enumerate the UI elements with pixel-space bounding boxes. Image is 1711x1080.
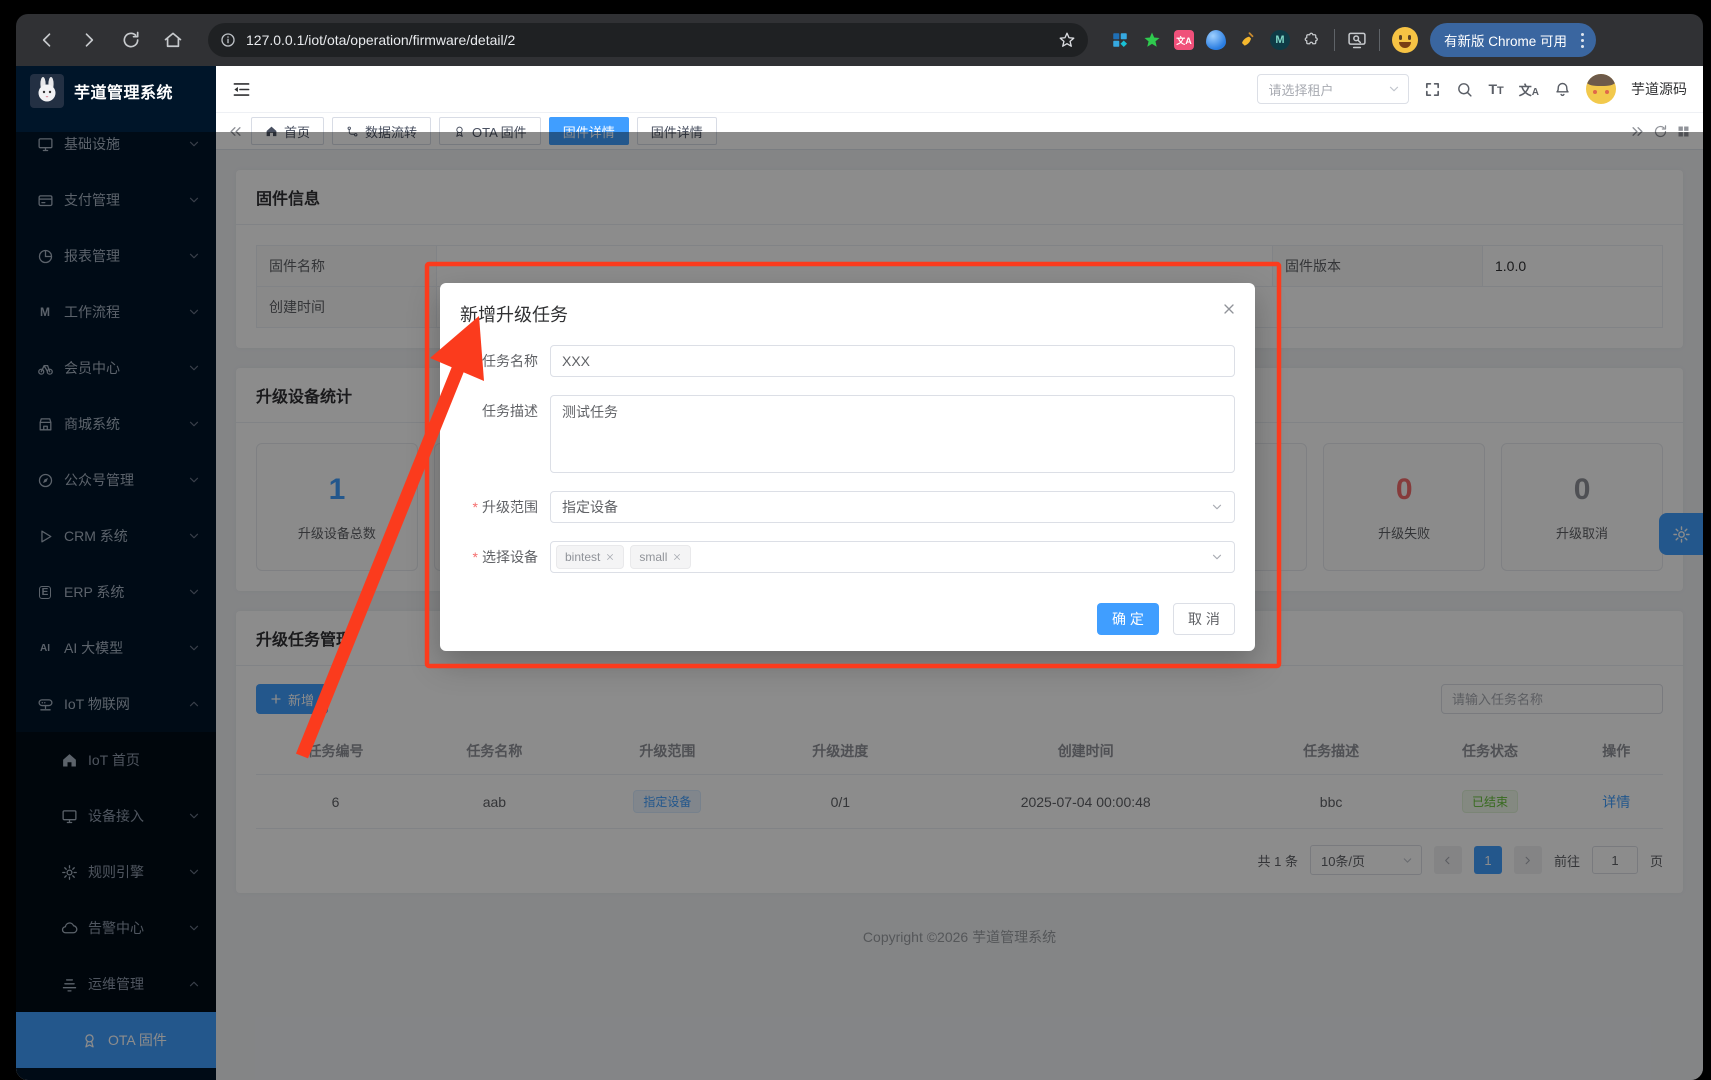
- browser-window: 127.0.0.1/iot/ota/operation/firmware/det…: [16, 0, 1703, 1080]
- extension-icon-star[interactable]: [1142, 30, 1162, 50]
- device-multiselect[interactable]: bintest small: [550, 541, 1235, 573]
- device-tag-bintest[interactable]: bintest: [556, 545, 624, 569]
- extension-icon-translate[interactable]: 文A: [1174, 30, 1194, 50]
- locale-icon[interactable]: 文A: [1519, 80, 1539, 99]
- select-device-label: 选择设备: [460, 541, 538, 573]
- upgrade-scope-select[interactable]: 指定设备: [550, 491, 1235, 523]
- upgrade-scope-label: 升级范围: [460, 491, 538, 523]
- chevron-down-icon: [1388, 83, 1400, 95]
- brand: 芋道管理系统: [16, 66, 216, 116]
- task-desc-label: 任务描述: [460, 395, 538, 427]
- cancel-button[interactable]: 取 消: [1173, 603, 1235, 635]
- tenant-select[interactable]: 请选择租户: [1257, 74, 1409, 104]
- extension-icon-grid[interactable]: [1110, 30, 1130, 50]
- chevron-down-icon: [1211, 501, 1223, 513]
- app-shell: 芋道管理系统 基础设施 支付管理 报表管理 M工作流程 会员中心 商城系统 公众…: [16, 66, 1703, 1080]
- brand-logo: [30, 74, 64, 108]
- task-name-label: 任务名称: [460, 345, 538, 377]
- browser-toolbar: 127.0.0.1/iot/ota/operation/firmware/det…: [16, 14, 1703, 66]
- bell-icon[interactable]: [1554, 81, 1571, 98]
- chrome-update-label: 有新版 Chrome 可用: [1444, 30, 1567, 50]
- back-button[interactable]: [30, 23, 64, 57]
- task-name-input[interactable]: [550, 345, 1235, 377]
- search-icon[interactable]: [1456, 81, 1473, 98]
- url-text[interactable]: 127.0.0.1/iot/ota/operation/firmware/det…: [246, 32, 1048, 48]
- toolbar-divider: [1334, 29, 1335, 51]
- bookmark-star-icon[interactable]: [1058, 31, 1076, 49]
- remove-tag-icon[interactable]: [672, 552, 682, 562]
- site-info-icon[interactable]: [220, 32, 236, 48]
- tenant-placeholder: 请选择租户: [1268, 80, 1388, 99]
- screen-search-icon[interactable]: [1347, 30, 1367, 50]
- profile-avatar[interactable]: [1392, 27, 1418, 53]
- remove-tag-icon[interactable]: [605, 552, 615, 562]
- forward-button[interactable]: [72, 23, 106, 57]
- toolbar-divider: [1379, 29, 1380, 51]
- task-desc-textarea[interactable]: 测试任务: [550, 395, 1235, 473]
- menu-fold-icon[interactable]: [232, 80, 251, 99]
- home-button[interactable]: [156, 23, 190, 57]
- app-topbar: 请选择租户 TT 文A 芋道源码: [216, 66, 1703, 112]
- dialog-title: 新增升级任务: [460, 305, 568, 325]
- add-upgrade-task-dialog: 新增升级任务 任务名称 任务描述 测试任务 升级范围 指定设备: [440, 283, 1255, 651]
- extension-icon-lamp[interactable]: [1206, 30, 1226, 50]
- reload-button[interactable]: [114, 23, 148, 57]
- fullscreen-icon[interactable]: [1424, 81, 1441, 98]
- address-bar[interactable]: 127.0.0.1/iot/ota/operation/firmware/det…: [208, 23, 1088, 57]
- chevron-down-icon: [1211, 551, 1223, 563]
- topbar-controls: 请选择租户 TT 文A 芋道源码: [1257, 74, 1687, 104]
- confirm-button[interactable]: 确 定: [1097, 603, 1159, 635]
- font-size-icon[interactable]: TT: [1488, 81, 1503, 97]
- brand-title: 芋道管理系统: [74, 79, 173, 103]
- username[interactable]: 芋道源码: [1631, 79, 1687, 99]
- extension-icon-broom[interactable]: [1238, 30, 1258, 50]
- extensions-row: 文A M 有新版 Chrome 可用: [1106, 23, 1600, 57]
- device-tag-small[interactable]: small: [630, 545, 691, 569]
- browser-menu-icon[interactable]: [1575, 33, 1590, 48]
- close-icon[interactable]: [1221, 301, 1237, 317]
- user-avatar[interactable]: [1586, 74, 1616, 104]
- extension-icon-m[interactable]: M: [1270, 30, 1290, 50]
- extensions-puzzle-icon[interactable]: [1302, 30, 1322, 50]
- chrome-update-button[interactable]: 有新版 Chrome 可用: [1430, 23, 1596, 57]
